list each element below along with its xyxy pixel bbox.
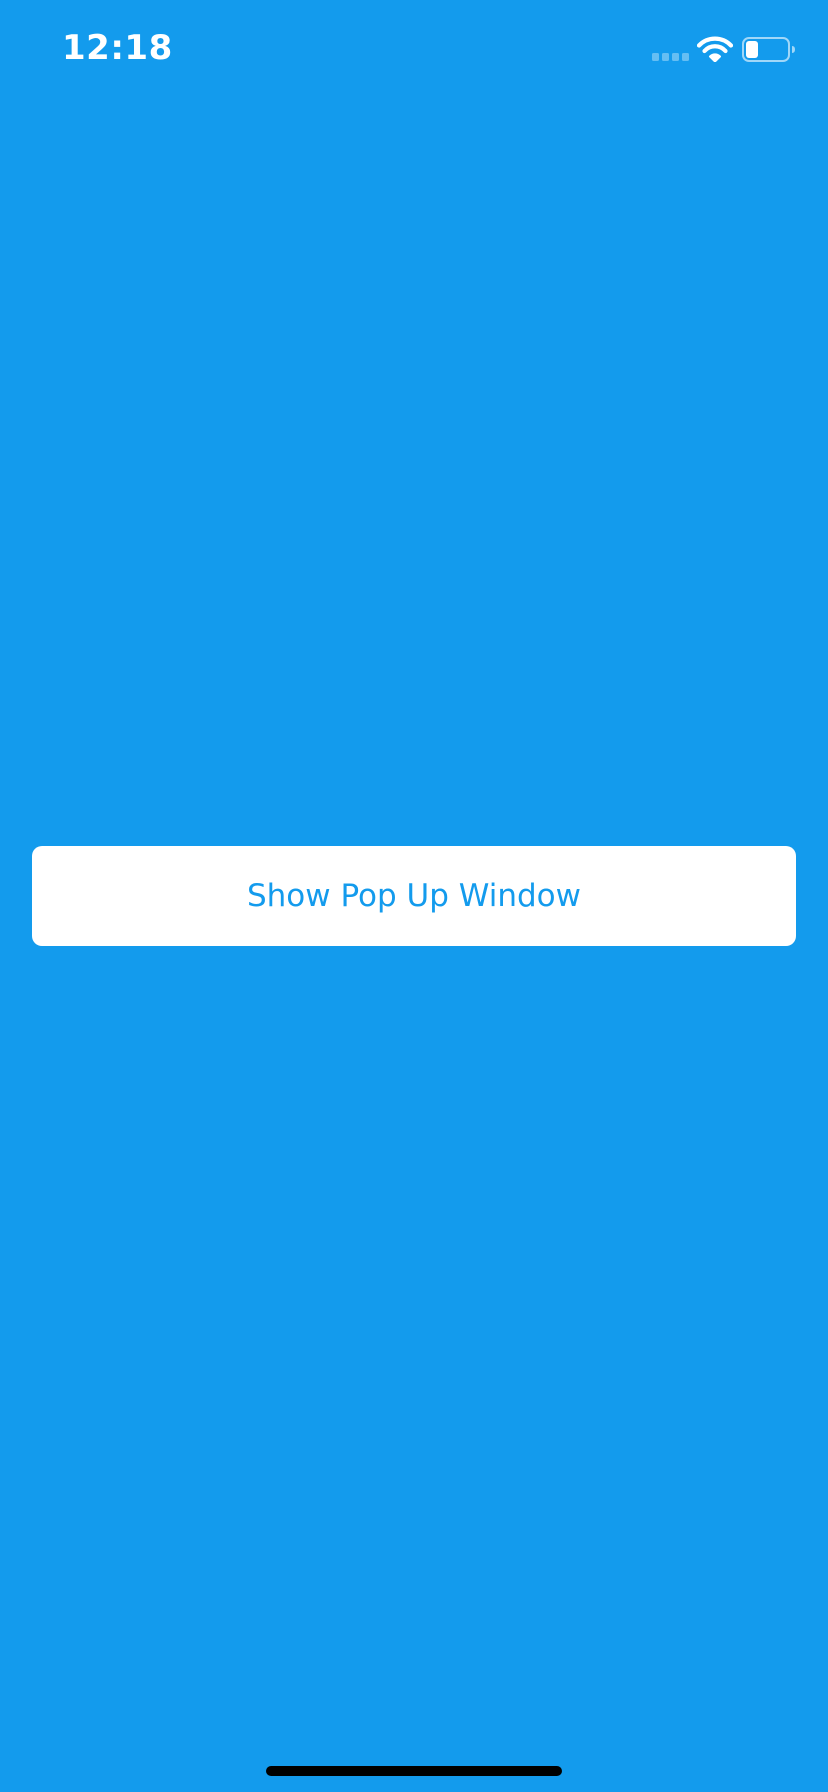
show-pop-up-window-button[interactable]: Show Pop Up Window <box>32 846 796 946</box>
cellular-signal-icon <box>652 53 689 61</box>
home-indicator[interactable] <box>266 1766 562 1776</box>
status-time: 12:18 <box>62 28 173 68</box>
battery-icon <box>742 37 795 62</box>
wifi-icon <box>697 36 733 62</box>
status-bar: 12:18 <box>0 0 828 100</box>
show-pop-up-window-button-label: Show Pop Up Window <box>246 878 582 914</box>
